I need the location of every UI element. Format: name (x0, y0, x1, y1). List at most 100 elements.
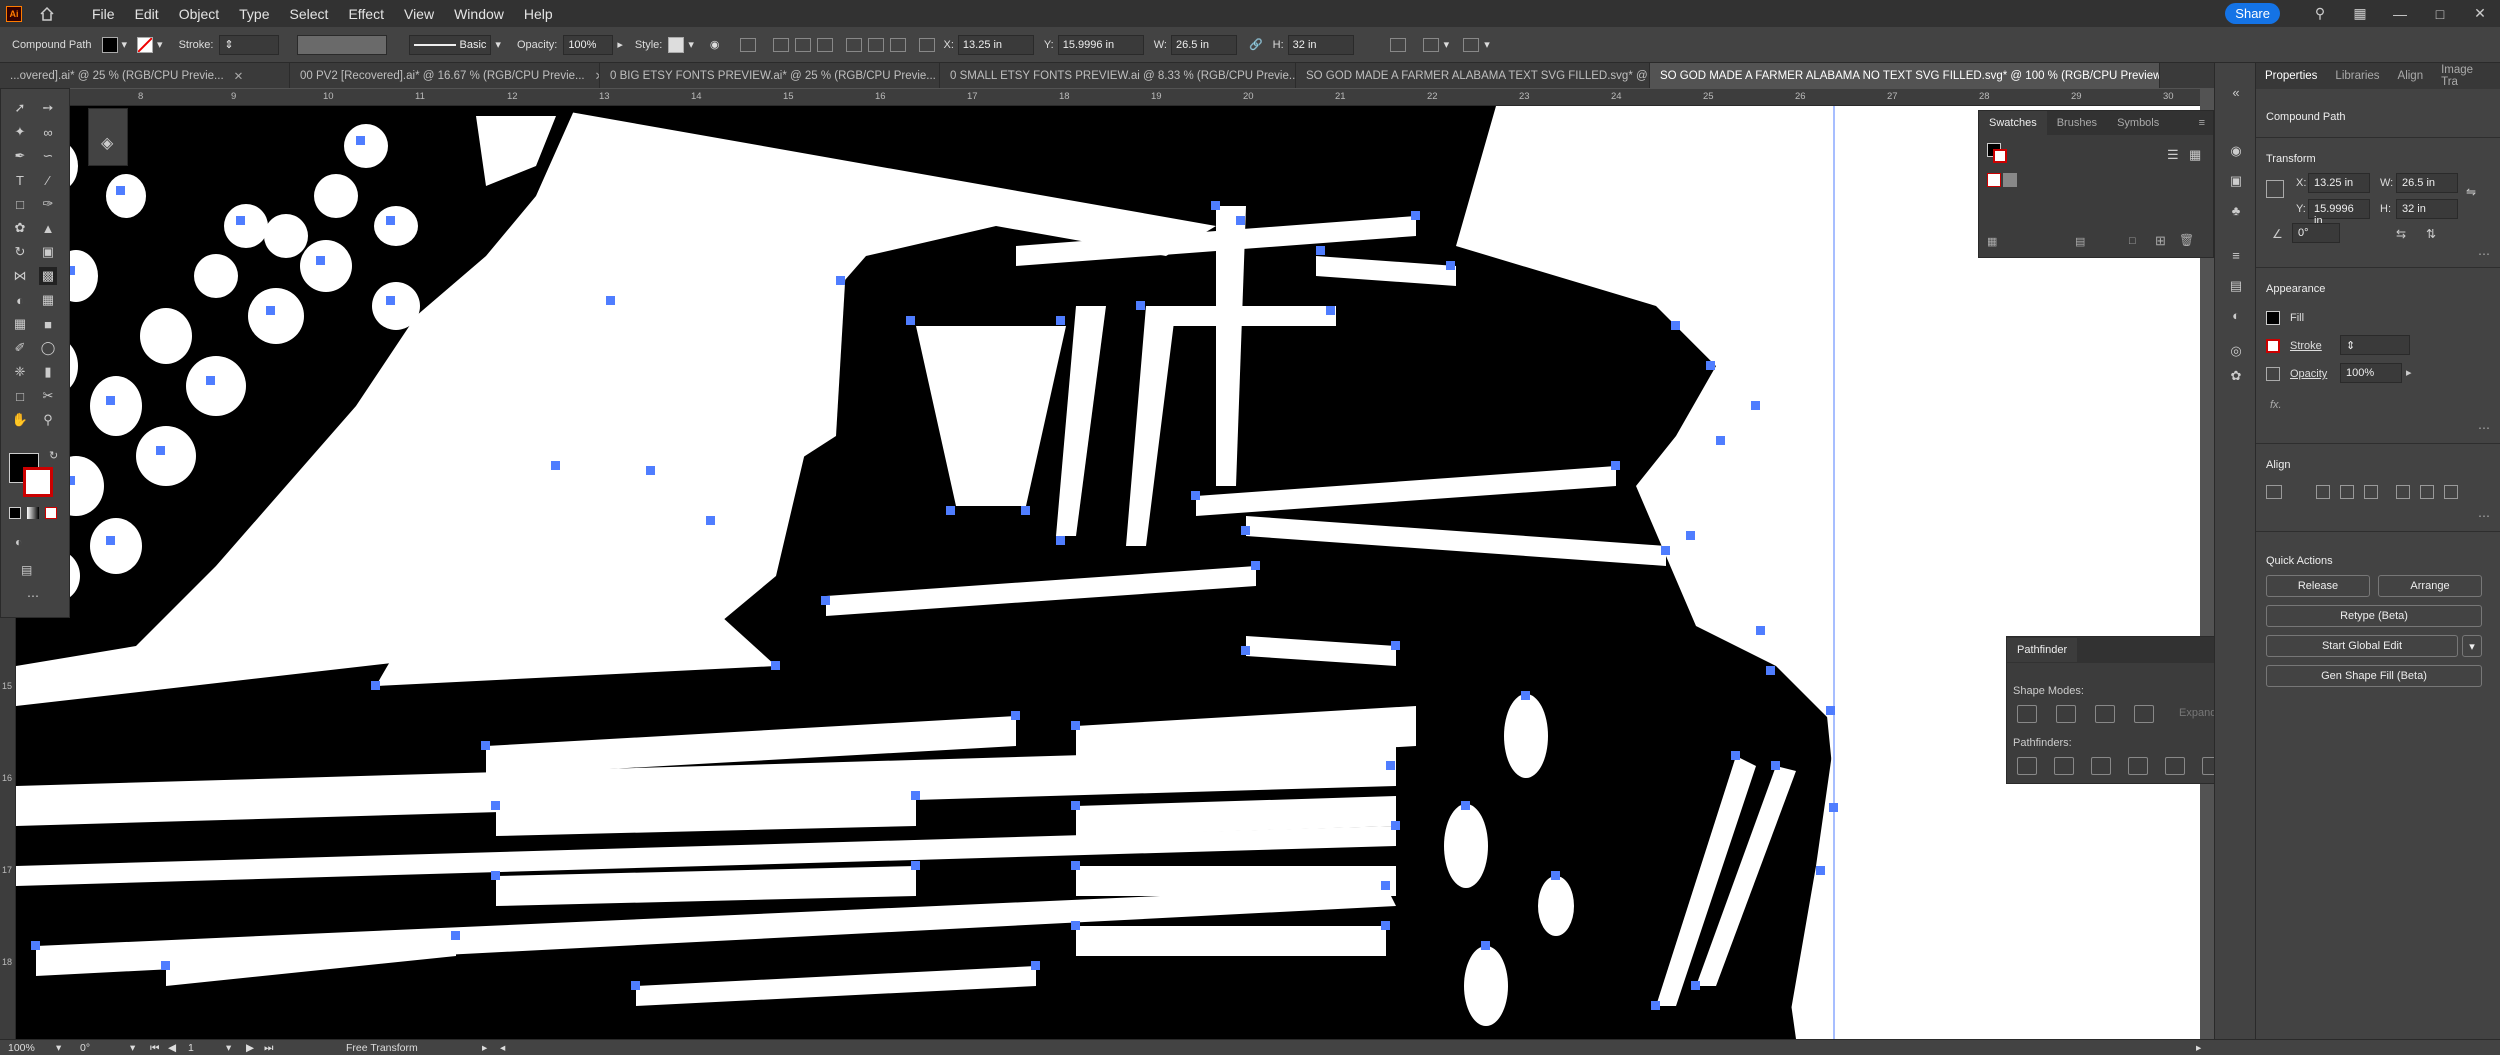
panel-menu-icon[interactable] (1463, 37, 1480, 52)
new-swatch-icon[interactable]: ⊞ (2155, 233, 2166, 249)
y-field[interactable]: 15.9996 in (1057, 34, 1144, 55)
trim-button[interactable] (2054, 757, 2075, 775)
layers-icon[interactable]: ◈ (101, 133, 113, 153)
zoom-level[interactable]: 100% (8, 1042, 35, 1054)
artboard-tool-icon[interactable]: □ (11, 387, 29, 405)
shape-builder-tool-icon[interactable]: ◐ (11, 291, 29, 309)
tab-swatches[interactable]: Swatches (1979, 111, 2047, 135)
release-button[interactable]: Release (2266, 575, 2370, 597)
align-right-icon[interactable] (2364, 485, 2378, 499)
intersect-button[interactable] (2095, 705, 2116, 723)
style-dropdown-icon[interactable]: ▾ (688, 38, 694, 51)
h-field[interactable]: 32 in (1287, 34, 1354, 55)
stroke-swatch[interactable] (2266, 339, 2280, 353)
blend-tool-icon[interactable]: ◯ (39, 339, 57, 357)
zoom-dropdown-icon[interactable]: ▾ (56, 1042, 61, 1054)
menu-object[interactable]: Object (179, 6, 219, 22)
slice-tool-icon[interactable]: ✂ (39, 387, 57, 405)
stroke-weight-field[interactable]: ⇕ (219, 34, 280, 55)
close-icon[interactable]: ✕ (2460, 5, 2500, 22)
outline-button[interactable] (2165, 757, 2186, 775)
tab-document-3[interactable]: 0 BIG ETSY FONTS PREVIEW.ai* @ 25 % (RGB… (600, 63, 940, 88)
reference-point-icon[interactable] (918, 37, 935, 52)
symbols-dock-icon[interactable]: ✿ (2227, 368, 2245, 386)
magic-wand-tool-icon[interactable]: ✦ (11, 123, 29, 141)
align-bottom-icon[interactable] (2444, 485, 2458, 499)
isolate-icon[interactable] (1422, 37, 1439, 52)
status-arrow-icon[interactable]: ▸ (482, 1042, 487, 1054)
artboard-number[interactable]: 1 (188, 1042, 194, 1054)
menu-select[interactable]: Select (290, 6, 329, 22)
align-right-icon[interactable] (816, 37, 833, 52)
tab-image-trace[interactable]: Image Tra (2432, 64, 2500, 88)
stroke-swatch[interactable] (137, 36, 154, 53)
none-mode-icon[interactable] (45, 507, 57, 519)
flip-vertical-icon[interactable]: ⇅ (2426, 227, 2436, 241)
tab-document-active[interactable]: SO GOD MADE A FARMER ALABAMA NO TEXT SVG… (1650, 63, 2160, 88)
stroke-dock-icon[interactable]: ≡ (2227, 248, 2245, 266)
lasso-tool-icon[interactable]: ∞ (39, 123, 57, 141)
align-vcenter-icon[interactable] (867, 37, 884, 52)
divide-button[interactable] (2017, 757, 2037, 775)
tab-properties[interactable]: Properties (2256, 70, 2326, 82)
minimize-icon[interactable]: — (2380, 6, 2420, 22)
tab-document-1[interactable]: ...overed].ai* @ 25 % (RGB/CPU Previe...… (0, 63, 290, 88)
type-tool-icon[interactable]: T (11, 171, 29, 189)
rotate-tool-icon[interactable]: ↻ (11, 243, 29, 261)
libraries-dock-icon[interactable]: ▣ (2227, 173, 2245, 191)
column-graph-tool-icon[interactable]: ▮ (39, 363, 57, 381)
w-field[interactable]: 26.5 in (2396, 173, 2458, 193)
width-tool-icon[interactable]: ⋈ (11, 267, 29, 285)
grid-view-icon[interactable]: ▦ (2189, 147, 2201, 163)
align-hcenter-icon[interactable] (2340, 485, 2354, 499)
align-left-icon[interactable] (772, 37, 789, 52)
menu-effect[interactable]: Effect (348, 6, 384, 22)
rotation-dropdown-icon[interactable]: ▾ (130, 1042, 135, 1054)
align-hcenter-icon[interactable] (794, 37, 811, 52)
paintbrush-tool-icon[interactable]: ✑ (39, 195, 57, 213)
isolate-dropdown-icon[interactable]: ▾ (1444, 38, 1450, 51)
opacity-arrow-icon[interactable]: ▸ (2406, 366, 2412, 379)
search-icon[interactable]: ⚲ (2300, 5, 2340, 22)
scroll-right-icon[interactable]: ▸ (2196, 1042, 2201, 1054)
properties-dock-icon[interactable]: ◉ (2227, 143, 2245, 161)
w-field[interactable]: 26.5 in (1170, 34, 1237, 55)
stroke-label[interactable]: Stroke (2290, 340, 2322, 352)
artboard-canvas[interactable] (16, 106, 2200, 1039)
screen-mode-icon[interactable]: ▤ (21, 563, 32, 577)
constrain-proportions-icon[interactable]: ⇋ (2466, 185, 2476, 199)
x-field[interactable]: 13.25 in (2308, 173, 2370, 193)
retype-button[interactable]: Retype (Beta) (2266, 605, 2482, 627)
align-to-icon[interactable] (739, 37, 756, 52)
merge-button[interactable] (2091, 757, 2112, 775)
align-top-icon[interactable] (845, 37, 862, 52)
zoom-tool-icon[interactable]: ⚲ (39, 411, 57, 429)
delete-swatch-icon[interactable]: 🗑 (2179, 233, 2194, 247)
expand-button[interactable]: Expand (2179, 707, 2216, 719)
symbol-sprayer-tool-icon[interactable]: ❈ (11, 363, 29, 381)
fill-dropdown-icon[interactable]: ▾ (122, 38, 128, 51)
horizontal-ruler[interactable]: 8 9 10 11 12 13 14 15 16 17 18 19 20 21 … (70, 89, 2200, 106)
global-edit-options-icon[interactable]: ▾ (2462, 635, 2482, 657)
angle-field[interactable]: 0° (2292, 223, 2340, 243)
hand-tool-icon[interactable]: ✋ (11, 411, 29, 429)
menu-view[interactable]: View (404, 6, 434, 22)
gradient-dock-icon[interactable]: ▤ (2227, 278, 2245, 296)
angle-icon[interactable]: ∠ (2272, 227, 2283, 241)
more-options-icon[interactable]: ⋯ (2478, 421, 2490, 435)
y-field[interactable]: 15.9996 in (2308, 199, 2370, 227)
selection-tool-icon[interactable]: ➚ (11, 99, 29, 117)
gen-shape-fill-button[interactable]: Gen Shape Fill (Beta) (2266, 665, 2482, 687)
menu-window[interactable]: Window (454, 6, 504, 22)
share-button[interactable]: Share (2225, 3, 2280, 24)
h-field[interactable]: 32 in (2396, 199, 2458, 219)
align-left-icon[interactable] (2316, 485, 2330, 499)
swatch-none[interactable] (1987, 173, 2001, 187)
new-color-group-icon[interactable]: □ (2129, 235, 2136, 247)
tab-close-icon[interactable]: ✕ (234, 69, 244, 83)
menu-help[interactable]: Help (524, 6, 553, 22)
tab-symbols[interactable]: Symbols (2107, 117, 2169, 129)
stroke-color-icon[interactable] (23, 467, 53, 497)
free-transform-tool-icon[interactable]: ▩ (39, 267, 57, 285)
opacity-field[interactable]: 100% (2340, 363, 2402, 383)
